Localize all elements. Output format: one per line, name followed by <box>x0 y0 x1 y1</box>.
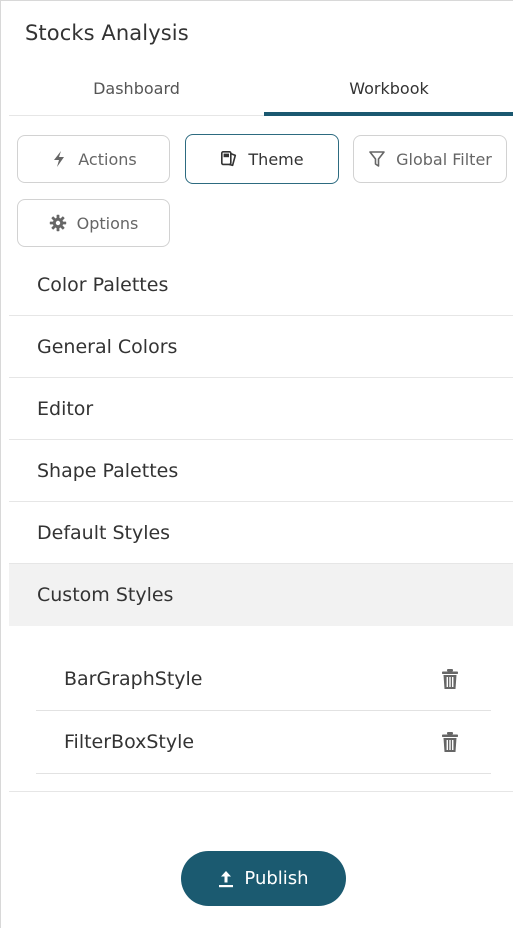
theme-button[interactable]: Theme <box>185 134 339 184</box>
publish-label: Publish <box>244 868 309 889</box>
global-filter-button[interactable]: Global Filter <box>353 135 507 183</box>
trash-icon[interactable] <box>440 731 460 753</box>
tab-bar: Dashboard Workbook <box>9 67 513 116</box>
list-item: FilterBoxStyle <box>36 711 491 774</box>
section-default-styles[interactable]: Default Styles <box>9 502 513 564</box>
upload-icon <box>218 870 234 888</box>
lightning-icon <box>50 150 68 168</box>
workbook-panel: Stocks Analysis Dashboard Workbook Actio… <box>0 0 513 928</box>
options-label: Options <box>76 213 139 233</box>
section-shape-palettes[interactable]: Shape Palettes <box>9 440 513 502</box>
actions-label: Actions <box>78 149 137 169</box>
actions-button[interactable]: Actions <box>17 135 170 183</box>
options-button[interactable]: Options <box>17 199 170 247</box>
section-custom-styles[interactable]: Custom Styles <box>9 564 513 626</box>
tab-workbook-label: Workbook <box>349 79 429 98</box>
tab-workbook[interactable]: Workbook <box>264 67 513 116</box>
active-tab-indicator <box>264 112 513 116</box>
trash-icon[interactable] <box>440 668 460 690</box>
section-editor[interactable]: Editor <box>9 378 513 440</box>
custom-styles-list: BarGraphStyle FilterBoxStyle <box>36 648 491 774</box>
section-general-colors[interactable]: General Colors <box>9 316 513 378</box>
filter-icon <box>368 150 386 168</box>
gear-icon <box>49 214 67 232</box>
tab-dashboard[interactable]: Dashboard <box>9 67 264 115</box>
list-item: BarGraphStyle <box>36 648 491 711</box>
custom-style-name[interactable]: FilterBoxStyle <box>64 711 194 774</box>
app-title: Stocks Analysis <box>25 21 189 45</box>
theme-icon <box>220 150 238 168</box>
section-color-palettes[interactable]: Color Palettes <box>9 254 513 316</box>
global-filter-label: Global Filter <box>396 149 492 169</box>
theme-section-list: Color Palettes General Colors Editor Sha… <box>9 254 513 626</box>
publish-button[interactable]: Publish <box>181 851 346 906</box>
theme-label: Theme <box>248 149 304 169</box>
custom-style-name[interactable]: BarGraphStyle <box>64 648 203 711</box>
divider <box>9 791 513 792</box>
